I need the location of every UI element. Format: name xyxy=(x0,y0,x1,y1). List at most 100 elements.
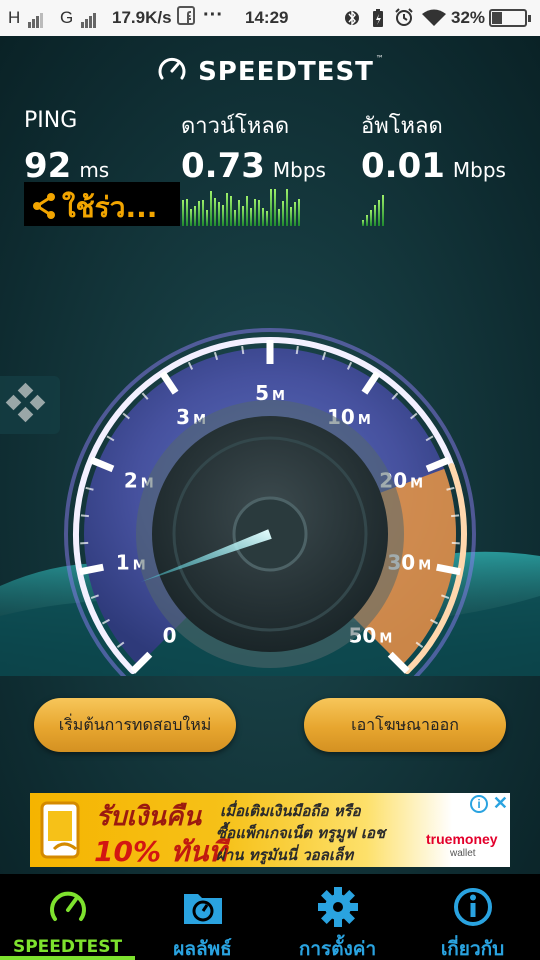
ad-info-icon[interactable]: i xyxy=(470,795,488,813)
share-label: ใช้ร่ว... xyxy=(62,191,158,224)
download-value: 0.73 xyxy=(181,146,265,186)
ad-text-3: ผ่าน ทรูมันนี่ วอลเล็ท xyxy=(216,846,354,864)
upload-unit: Mbps xyxy=(452,158,506,182)
gauge-major-tick xyxy=(79,563,104,576)
more-dots: ··· xyxy=(203,4,223,26)
gauge-minor-tick xyxy=(451,514,460,518)
sparkline-bar xyxy=(218,202,220,226)
nav-item-settings[interactable]: การตั้งค่า xyxy=(270,874,405,960)
gauge-group: 01M2M3M5M10M20M30M50M xyxy=(0,328,540,676)
network-speed: 17.9K/s xyxy=(112,8,172,27)
sparkline-bar xyxy=(246,195,248,226)
sparkline-bar xyxy=(382,195,384,226)
nav-item-speedtest[interactable]: SPEEDTEST xyxy=(0,874,135,960)
sparkline-bar xyxy=(270,189,272,226)
sparkline-bar xyxy=(274,188,276,226)
gauge-tick-number: 3 xyxy=(176,405,190,429)
sparkline-bar xyxy=(214,197,216,226)
app-header: SPEEDTEST ™ xyxy=(0,54,540,90)
gauge-minor-tick xyxy=(80,514,89,518)
truemoney-logo: truemoney xyxy=(426,831,498,847)
nav-item-results[interactable]: ผลลัพธ์ xyxy=(135,874,270,960)
sparkline-bar xyxy=(286,189,288,226)
upload-value: 0.01 xyxy=(361,146,445,186)
ad-offer: 10% ทันที xyxy=(94,830,227,874)
trademark: ™ xyxy=(375,54,384,63)
ping-unit: ms xyxy=(79,158,110,182)
sparkline-bar xyxy=(362,220,364,226)
download-sparkline xyxy=(182,188,300,226)
sparkline-bar xyxy=(298,198,300,226)
share-icon xyxy=(32,192,56,226)
download-metric: ดาวน์โหลด 0.73 Mbps xyxy=(181,108,326,186)
sparkline-bar xyxy=(266,210,268,226)
advertisement-banner[interactable]: รับเงินคืน 10% ทันที เมื่อเติมเงินมือถือ… xyxy=(30,793,510,868)
retest-button[interactable]: เริ่มต้นการทดสอบใหม่ xyxy=(34,698,236,752)
sparkline-bar xyxy=(186,198,188,226)
results-folder-icon xyxy=(184,894,222,924)
wifi-icon xyxy=(422,9,446,32)
signal-strength-icon xyxy=(80,8,97,28)
clock: 14:29 xyxy=(245,8,289,27)
gear-icon xyxy=(318,887,358,927)
carrier-2-label: G xyxy=(60,8,74,27)
ping-metric: PING 92 ms xyxy=(24,108,109,186)
download-unit: Mbps xyxy=(272,158,326,182)
sparkline-bar xyxy=(230,196,232,226)
sparkline-bar xyxy=(198,201,200,226)
sparkline-bar xyxy=(210,190,212,226)
status-bar: H G 17.9K/s ··· 14:29 32% xyxy=(0,0,540,36)
sparkline-bar xyxy=(366,215,368,226)
ping-label: PING xyxy=(24,108,78,133)
gauge-tick-number: 2 xyxy=(124,469,138,493)
share-button[interactable]: ใช้ร่ว... xyxy=(24,182,180,226)
speedometer-icon xyxy=(156,54,188,90)
sparkline-bar xyxy=(226,193,228,226)
battery-icon xyxy=(489,9,531,27)
sparkline-bar xyxy=(262,207,264,226)
ad-close-icon[interactable]: ✕ xyxy=(493,793,508,814)
upload-label: อัพโหลด xyxy=(361,114,443,139)
speedtest-screen: SPEEDTEST ™ PING 92 ms ดาวน์โหลด 0.73 Mbps … xyxy=(0,36,540,874)
sparkline-bar xyxy=(378,200,380,226)
truemoney-wallet-label: wallet xyxy=(450,848,476,859)
ad-text-2: ซื้อแพ็กเกจเน็ต ทรูมูฟ เอช xyxy=(216,824,386,842)
sparkline-bar xyxy=(258,200,260,226)
gauge-tick-unit: M xyxy=(379,631,392,646)
carrier-1-label: H xyxy=(8,8,21,27)
sparkline-bar xyxy=(194,206,196,226)
sparkline-bar xyxy=(238,200,240,226)
upload-metric: อัพโหลด 0.01 Mbps xyxy=(361,108,506,186)
sparkline-bar xyxy=(294,201,296,226)
signal-group-2: G xyxy=(60,8,97,28)
signal-strength-icon xyxy=(28,8,44,28)
nav-label: เกี่ยวกับ xyxy=(440,938,505,960)
sparkline-bar xyxy=(206,210,208,226)
ad-text-1: เมื่อเติมเงินมือถือ หรือ xyxy=(220,802,361,820)
bottom-nav: SPEEDTEST ผลลัพธ์ การตั้งค่า เกี่ยวกับ xyxy=(0,874,540,960)
sparkline-bar xyxy=(290,207,292,226)
alarm-icon xyxy=(394,7,414,32)
sparkline-bar xyxy=(242,206,244,226)
sparkline-bar xyxy=(278,209,280,226)
ad-percent: 10% xyxy=(94,835,162,868)
sparkline-bar xyxy=(182,200,184,226)
sparkline-bar xyxy=(254,198,256,226)
signal-group-1: H xyxy=(8,8,44,28)
sparkline-bar xyxy=(250,208,252,226)
gauge-tick-unit: M xyxy=(410,477,423,492)
nav-label: การตั้งค่า xyxy=(298,938,377,960)
wallet-phone-icon xyxy=(40,801,80,859)
gauge-minor-tick xyxy=(295,345,299,355)
battery-percent: 32% xyxy=(451,8,486,27)
remove-ads-button[interactable]: เอาโฆษณาออก xyxy=(304,698,506,752)
app-title: SPEEDTEST xyxy=(198,57,374,87)
sparkline-bar xyxy=(282,201,284,226)
nav-item-about[interactable]: เกี่ยวกับ xyxy=(405,874,540,960)
sparkline-bar xyxy=(234,210,236,226)
speed-gauge: 01M2M3M5M10M20M30M50M xyxy=(0,328,540,676)
gauge-tick-number: 1 xyxy=(116,551,130,575)
bluetooth-icon xyxy=(345,8,359,33)
sparkline-bar xyxy=(190,209,192,226)
sparkline-bar xyxy=(202,199,204,226)
